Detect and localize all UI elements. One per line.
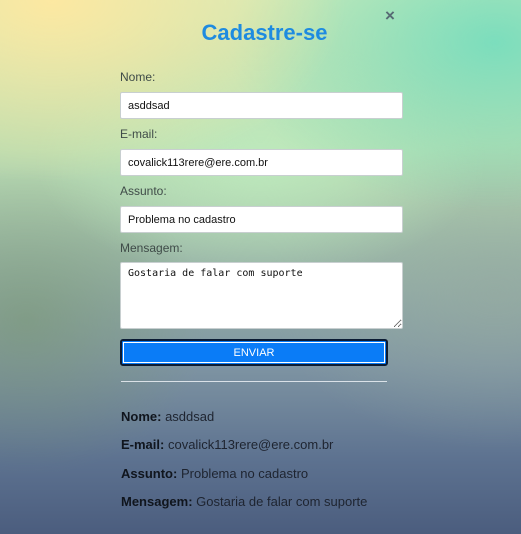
summary-assunto-value: Problema no cadastro: [180, 465, 309, 481]
nome-input[interactable]: [120, 92, 403, 119]
assunto-input[interactable]: [120, 206, 403, 233]
email-input[interactable]: [120, 149, 403, 176]
summary-mensagem-label: Mensagem:: [121, 493, 193, 509]
summary-nome: Nome: asddsad: [121, 408, 511, 436]
summary-nome-label: Nome:: [121, 409, 162, 424]
summary-email-label: E-mail:: [121, 437, 165, 453]
summary-mensagem-value: Gostaria de falar com suporte: [196, 493, 368, 509]
summary-nome-value: asddsad: [165, 409, 215, 424]
mensagem-textarea[interactable]: Gostaria de falar com suporte: [120, 262, 403, 329]
summary-mensagem: Mensagem: Gostaria de falar com suporte: [121, 493, 511, 521]
assunto-label: Assunto:: [120, 184, 167, 198]
form-title: Cadastre-se: [201, 20, 328, 45]
submit-button[interactable]: ENVIAR: [120, 339, 388, 366]
summary-email: E-mail: covalick113rere@ere.com.br: [121, 436, 511, 464]
submission-summary: Nome: asddsad E-mail: covalick113rere@er…: [121, 408, 511, 521]
summary-assunto: Assunto: Problema no cadastro: [121, 465, 511, 493]
signup-form: Nome: E-mail: Assunto: Mensagem: Gostari…: [120, 70, 403, 329]
divider: [121, 381, 387, 382]
summary-email-value: covalick113rere@ere.com.br: [167, 437, 334, 453]
mensagem-label: Mensagem:: [120, 241, 183, 255]
nome-label: Nome:: [120, 70, 156, 84]
email-label: E-mail:: [120, 127, 158, 141]
summary-assunto-label: Assunto:: [121, 465, 178, 481]
